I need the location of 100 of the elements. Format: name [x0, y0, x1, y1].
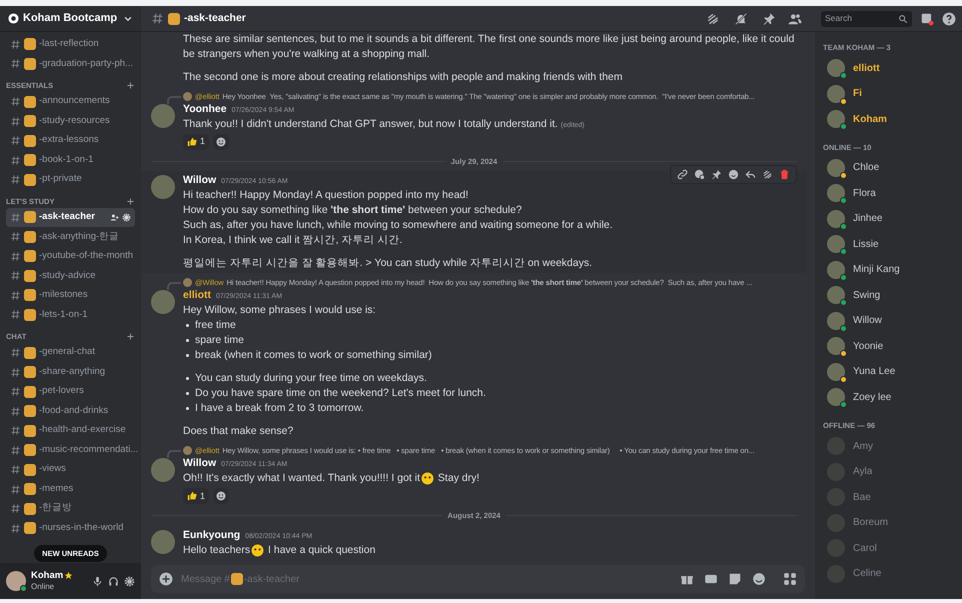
hash-icon [10, 425, 21, 436]
settings-icon[interactable] [124, 576, 135, 586]
bell-muted-icon[interactable] [734, 12, 748, 26]
member-item[interactable]: Celine [823, 560, 958, 586]
add-reaction-icon[interactable] [213, 134, 230, 150]
member-item[interactable]: Boreum [823, 510, 958, 536]
member-item[interactable]: Lissie [823, 232, 958, 257]
delete-icon[interactable] [779, 169, 790, 180]
member-item[interactable]: Zoey lee [823, 384, 958, 410]
smiley-emoji-icon [251, 544, 264, 556]
user-avatar[interactable] [151, 175, 175, 200]
channel-item[interactable]: -pet-lovers [6, 382, 135, 401]
user-avatar[interactable] [6, 571, 26, 591]
plus-icon[interactable] [126, 196, 135, 206]
link-icon[interactable] [677, 169, 688, 180]
message-text: These are similar sentences, but to me it sounds a bit different. The first one sounds more like just being around people, like it could be strangers when you're walking at a shopping mall. [183, 32, 795, 62]
plus-icon[interactable] [126, 332, 135, 342]
hash-icon [10, 464, 21, 475]
reaction-button[interactable]: 1 [183, 134, 210, 150]
member-item[interactable]: Flora [823, 180, 958, 206]
channel-item[interactable]: -extra-lessons [6, 131, 135, 150]
channel-item[interactable]: -nurses-in-the-world [6, 518, 135, 538]
channel-item[interactable]: -pt-private [6, 170, 135, 189]
author-name[interactable]: Eunkyoung [183, 528, 240, 540]
member-item[interactable]: Yoonie [823, 334, 958, 359]
author-name[interactable]: Yoonhee [183, 103, 227, 115]
search-icon[interactable] [898, 14, 908, 24]
member-name: Boreum [853, 516, 888, 530]
channel-item[interactable]: -한글방 [6, 499, 135, 518]
server-logo-icon [8, 13, 19, 24]
member-item[interactable]: Bae [823, 484, 958, 510]
hash-icon [10, 503, 21, 514]
channel-item[interactable]: -book-1-on-1 [6, 150, 135, 170]
settings-icon[interactable] [122, 212, 131, 222]
author-name[interactable]: Willow [183, 457, 216, 470]
inbox-icon[interactable] [920, 12, 934, 26]
channel-item[interactable]: -lets-1-on-1 [6, 306, 135, 324]
member-item[interactable]: elliott [823, 55, 958, 81]
server-header[interactable]: Koham Bootcamp [0, 6, 141, 32]
member-item[interactable]: Chloe [823, 155, 958, 180]
channel-item[interactable]: -milestones [6, 286, 135, 304]
reply-icon[interactable] [745, 169, 756, 180]
hash-icon [10, 212, 21, 223]
bullet-icon [186, 392, 189, 396]
member-item[interactable]: Willow [823, 308, 958, 334]
member-item[interactable]: Jinhee [823, 206, 958, 232]
member-item[interactable]: Ayla [823, 458, 958, 484]
add-reaction-icon[interactable] [728, 169, 739, 180]
reply-connector [167, 450, 181, 458]
channel-item[interactable]: -last-reflection [6, 35, 135, 54]
channel-item[interactable]: -views [6, 460, 135, 479]
list-item-text: Do you have spare time on the weekend? Let's meet for lunch. [195, 386, 486, 402]
channel-title: -ask-teacher [184, 10, 247, 26]
input-placeholder: -ask-teacher [244, 572, 300, 586]
message-text: Does that make sense? [183, 424, 294, 440]
channel-item[interactable]: -study-advice [6, 266, 135, 285]
channel-item[interactable]: -ask-teacher [6, 208, 135, 226]
author-name[interactable]: Willow [183, 174, 216, 186]
pin-icon[interactable] [762, 12, 776, 26]
member-item[interactable]: Fi [823, 80, 958, 106]
message-text: Thank you!! I didn't understand Chat GPT answer, but now I totally understand it. [183, 117, 558, 132]
member-item[interactable]: Carol [823, 535, 958, 561]
author-name[interactable]: elliott [183, 289, 211, 302]
microphone-icon[interactable] [92, 576, 103, 586]
channel-item[interactable]: -share-anything [6, 362, 135, 382]
reaction-button[interactable]: 1 [183, 488, 210, 504]
members-icon[interactable] [788, 12, 802, 26]
add-reaction-icon[interactable] [213, 488, 230, 504]
headphones-icon[interactable] [108, 576, 119, 586]
member-item[interactable]: Koham [823, 106, 958, 132]
channel-item[interactable]: -ask-anything-한글 [6, 228, 135, 246]
channel-item[interactable]: -study-resources [6, 112, 135, 130]
message-text: 평일에는 자투리 시간을 잘 활용해봐. > You can study while 자투리시간 on weekdays. [183, 256, 594, 272]
channel-item[interactable]: -graduation-party-ph... [6, 54, 135, 73]
member-item[interactable]: Yuna Lee [823, 359, 958, 384]
online-status-icon [20, 585, 27, 592]
channel-item[interactable]: -health-and-exercise [6, 421, 135, 440]
plus-icon[interactable] [126, 81, 135, 90]
threads-icon[interactable] [706, 12, 720, 26]
search-placeholder: Search [825, 12, 853, 25]
channel-item[interactable]: -memes [6, 480, 135, 498]
member-item[interactable]: Amy [823, 433, 958, 459]
channel-item[interactable]: -announcements [6, 92, 135, 111]
help-icon[interactable] [942, 12, 956, 26]
pin-icon[interactable] [711, 169, 722, 180]
threads-icon[interactable] [762, 169, 773, 180]
apps-icon[interactable] [783, 572, 797, 586]
hash-icon [10, 135, 21, 146]
smiley-emoji-icon [421, 472, 434, 486]
channel-item[interactable]: -food-and-drinks [6, 402, 135, 420]
sticker-icon[interactable] [728, 572, 742, 586]
channel-item[interactable]: -general-chat [6, 343, 135, 362]
channel-item[interactable]: -music-recommendati... [6, 440, 135, 460]
add-attachment-icon[interactable] [159, 572, 173, 586]
member-item[interactable]: Minji Kang [823, 257, 958, 282]
emoji-picker-icon[interactable] [752, 572, 766, 586]
member-item[interactable]: Swing [823, 282, 958, 308]
search-field[interactable]: Search [821, 10, 912, 26]
add-member-icon[interactable] [110, 212, 119, 222]
channel-item[interactable]: -youtube-of-the-month [6, 247, 135, 266]
